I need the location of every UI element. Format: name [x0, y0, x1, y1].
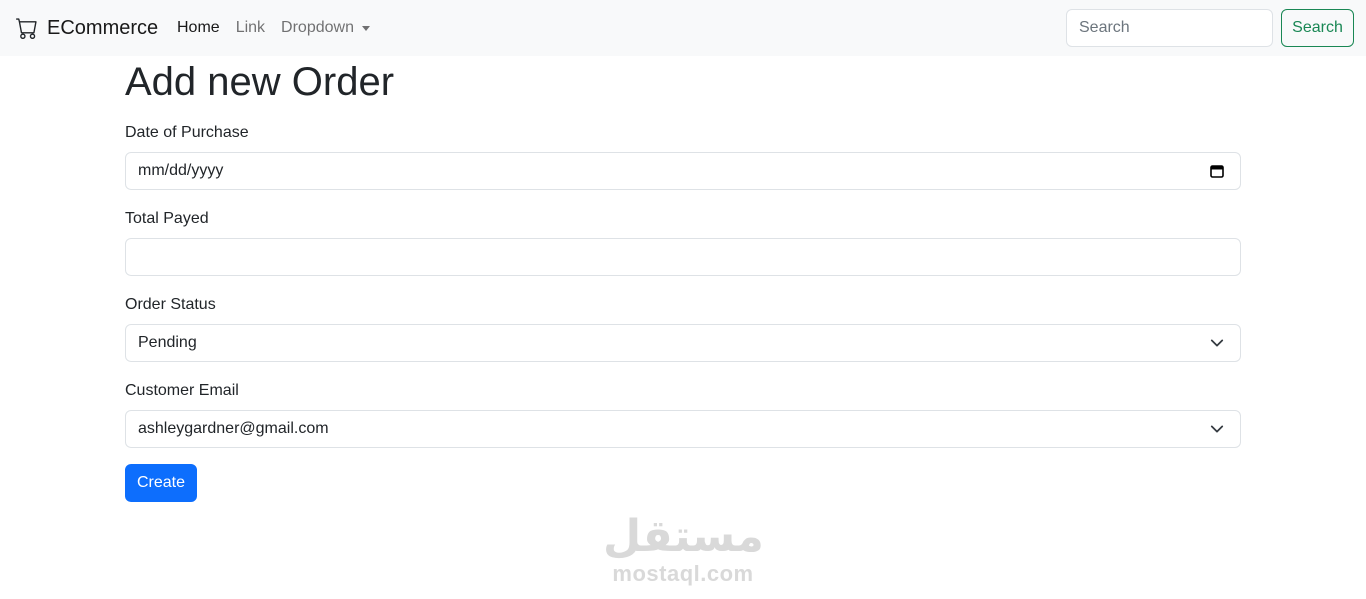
date-input[interactable]: mm/dd/yyyy — [125, 152, 1241, 190]
cart-icon — [16, 18, 37, 39]
status-label: Order Status — [125, 296, 216, 313]
total-label: Total Payed — [125, 210, 209, 227]
nav-link-home[interactable]: Home — [177, 16, 220, 40]
status-select[interactable]: Pending — [125, 324, 1241, 362]
email-select[interactable]: ashleygardner@gmail.com — [125, 410, 1241, 448]
nav-dropdown-toggle[interactable]: Dropdown — [281, 16, 370, 40]
chevron-down-icon — [1210, 425, 1224, 433]
status-value: Pending — [138, 334, 197, 351]
total-input[interactable] — [125, 238, 1241, 276]
date-label: Date of Purchase — [125, 124, 249, 141]
calendar-icon[interactable] — [1210, 164, 1224, 178]
nav-dropdown-label: Dropdown — [281, 19, 354, 36]
date-value: mm/dd/yyyy — [138, 162, 224, 179]
nav-links: Home Link Dropdown — [177, 16, 386, 40]
page-title: Add new Order — [125, 60, 395, 104]
watermark: مستقل mostaql.com — [603, 511, 764, 586]
email-label: Customer Email — [125, 382, 239, 399]
chevron-down-icon — [1210, 339, 1224, 347]
nav-link-link[interactable]: Link — [236, 16, 265, 40]
watermark-arabic: مستقل — [603, 511, 764, 562]
navbar: ECommerce Home Link Dropdown Search — [0, 0, 1366, 56]
caret-down-icon — [361, 25, 370, 31]
brand-text: ECommerce — [47, 17, 159, 39]
search-button[interactable]: Search — [1281, 9, 1354, 47]
search-input[interactable] — [1066, 9, 1273, 47]
watermark-latin: mostaql.com — [612, 561, 754, 586]
brand-link[interactable]: ECommerce — [16, 14, 158, 42]
create-button[interactable]: Create — [125, 464, 197, 502]
email-value: ashleygardner@gmail.com — [138, 420, 329, 437]
